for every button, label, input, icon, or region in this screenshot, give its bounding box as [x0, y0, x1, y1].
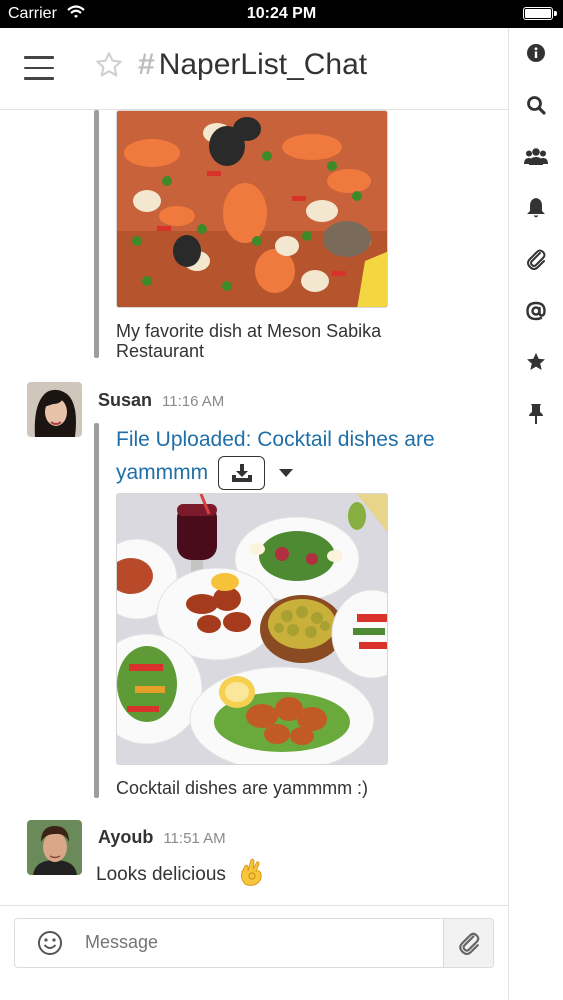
channel-title[interactable]: # NaperList_Chat: [138, 48, 367, 82]
chevron-down-icon[interactable]: [279, 469, 294, 478]
star-icon[interactable]: [524, 350, 548, 374]
hamburger-icon[interactable]: [24, 56, 54, 80]
message-header: Ayoub 11:51 AM: [98, 827, 226, 848]
channel-header: # NaperList_Chat: [0, 28, 508, 110]
ok-hand-emoji-icon: [239, 858, 265, 892]
message-composer: [0, 905, 508, 1000]
right-sidebar: [508, 28, 563, 1000]
image-caption: My favorite dish at Meson Sabika Restaur…: [116, 321, 382, 361]
message-input-box[interactable]: [14, 918, 494, 968]
channel-hash: #: [138, 48, 155, 81]
message-header: Susan 11:16 AM: [98, 390, 224, 411]
clock: 10:24 PM: [246, 5, 317, 22]
emoji-icon[interactable]: [37, 930, 63, 956]
download-icon: [231, 464, 252, 483]
avatar[interactable]: [27, 382, 82, 437]
info-icon[interactable]: [524, 41, 548, 65]
channel-name: NaperList_Chat: [158, 48, 368, 81]
status-bar: Carrier 10:24 PM: [0, 0, 563, 28]
paperclip-icon[interactable]: [524, 247, 548, 271]
message-body: Looks delicious: [96, 864, 226, 886]
attachment-bar: [94, 423, 99, 798]
members-icon[interactable]: [524, 144, 548, 168]
pin-icon[interactable]: [524, 402, 548, 426]
username[interactable]: Susan: [98, 390, 152, 410]
paella-image[interactable]: [116, 110, 388, 308]
file-title-text[interactable]: File Uploaded: Cocktail dishes are yammm…: [116, 428, 435, 484]
attach-button[interactable]: [443, 919, 493, 967]
message-text: Looks delicious: [96, 858, 265, 892]
message-time: 11:51 AM: [163, 830, 226, 847]
username[interactable]: Ayoub: [98, 827, 153, 847]
download-button[interactable]: [218, 456, 266, 491]
search-icon[interactable]: [524, 93, 548, 117]
message-list[interactable]: My favorite dish at Meson Sabika Restaur…: [0, 110, 508, 905]
file-upload-title[interactable]: File Uploaded: Cocktail dishes are yammm…: [116, 423, 496, 491]
avatar[interactable]: [27, 820, 82, 875]
image-caption: Cocktail dishes are yammmm :): [116, 778, 369, 798]
mention-icon[interactable]: [524, 299, 548, 323]
cocktail-dishes-image[interactable]: [116, 493, 388, 765]
star-outline-icon[interactable]: [94, 50, 124, 80]
attachment-bar: [94, 110, 99, 358]
message-input[interactable]: [85, 932, 425, 953]
battery-icon: [523, 7, 557, 20]
paperclip-icon: [458, 932, 479, 955]
message-time: 11:16 AM: [162, 393, 225, 410]
bell-icon[interactable]: [524, 196, 548, 220]
